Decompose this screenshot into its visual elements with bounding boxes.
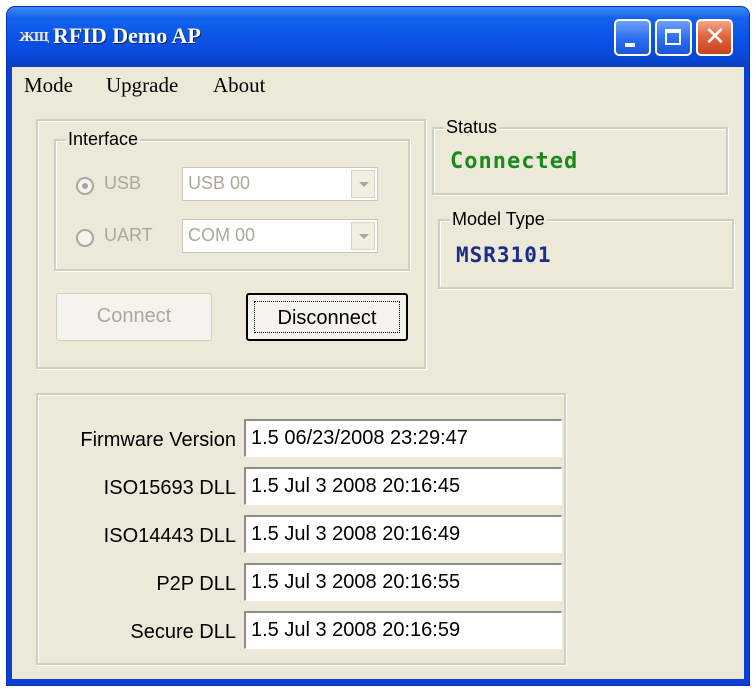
usb-label: USB (104, 173, 142, 193)
version-value-field[interactable]: 1.5 Jul 3 2008 20:16:45 (244, 467, 562, 505)
usb-select[interactable]: USB 00 (182, 167, 378, 201)
interface-legend: Interface (66, 129, 141, 149)
version-label: P2P DLL (156, 573, 236, 595)
disconnect-button[interactable]: Disconnect (246, 293, 408, 341)
version-value-field[interactable]: 1.5 06/23/2008 23:29:47 (244, 419, 562, 457)
status-group: Status Connected (432, 117, 728, 195)
connection-status: Connected (450, 149, 579, 174)
menu-mode[interactable]: Mode (24, 73, 73, 98)
title-bar[interactable]: ЖЩ RFID Demo AP ✕ (7, 7, 749, 67)
version-label: Secure DLL (130, 621, 236, 643)
version-value-field[interactable]: 1.5 Jul 3 2008 20:16:55 (244, 563, 562, 601)
model-type-legend: Model Type (450, 209, 547, 229)
menu-bar: Mode Upgrade About (12, 67, 744, 103)
interface-group: Interface USB USB 00 UART COM 00 (54, 129, 410, 271)
version-value-field[interactable]: 1.5 Jul 3 2008 20:16:59 (244, 611, 562, 649)
client-area: Mode Upgrade About Interface USB USB 00 … (12, 67, 744, 679)
version-row: ISO14443 DLL 1.5 Jul 3 2008 20:16:49 (38, 515, 564, 555)
version-row: Firmware Version 1.5 06/23/2008 23:29:47 (38, 419, 564, 459)
connect-button[interactable]: Connect (56, 293, 212, 341)
maximize-icon (665, 29, 681, 45)
usb-select-value: USB 00 (188, 173, 251, 193)
version-info-group: Firmware Version 1.5 06/23/2008 23:29:47… (36, 393, 566, 665)
uart-select[interactable]: COM 00 (182, 219, 378, 253)
close-icon: ✕ (704, 22, 726, 52)
version-row: Secure DLL 1.5 Jul 3 2008 20:16:59 (38, 611, 564, 651)
usb-radio[interactable] (76, 177, 94, 195)
status-legend: Status (444, 117, 500, 137)
disconnect-button-label: Disconnect (254, 301, 400, 333)
app-icon: ЖЩ (19, 30, 49, 44)
uart-radio[interactable] (76, 229, 94, 247)
window-title: RFID Demo AP (53, 23, 201, 48)
version-label: ISO15693 DLL (103, 477, 236, 499)
minimize-button[interactable] (614, 19, 651, 56)
chevron-down-icon[interactable] (351, 222, 375, 250)
close-button[interactable]: ✕ (696, 19, 733, 56)
minimize-icon (625, 43, 635, 47)
version-value-field[interactable]: 1.5 Jul 3 2008 20:16:49 (244, 515, 562, 553)
model-type-value: MSR3101 (456, 243, 552, 267)
version-label: ISO14443 DLL (103, 525, 236, 547)
version-label: Firmware Version (80, 429, 236, 451)
version-row: ISO15693 DLL 1.5 Jul 3 2008 20:16:45 (38, 467, 564, 507)
maximize-button[interactable] (655, 19, 692, 56)
menu-upgrade[interactable]: Upgrade (106, 73, 178, 98)
model-type-group: Model Type MSR3101 (438, 209, 734, 289)
uart-select-value: COM 00 (188, 225, 256, 245)
chevron-down-icon[interactable] (351, 170, 375, 198)
menu-about[interactable]: About (213, 73, 266, 98)
version-row: P2P DLL 1.5 Jul 3 2008 20:16:55 (38, 563, 564, 603)
uart-label: UART (104, 225, 153, 245)
app-window: ЖЩ RFID Demo AP ✕ Mode Upgrade About Int… (6, 6, 750, 686)
